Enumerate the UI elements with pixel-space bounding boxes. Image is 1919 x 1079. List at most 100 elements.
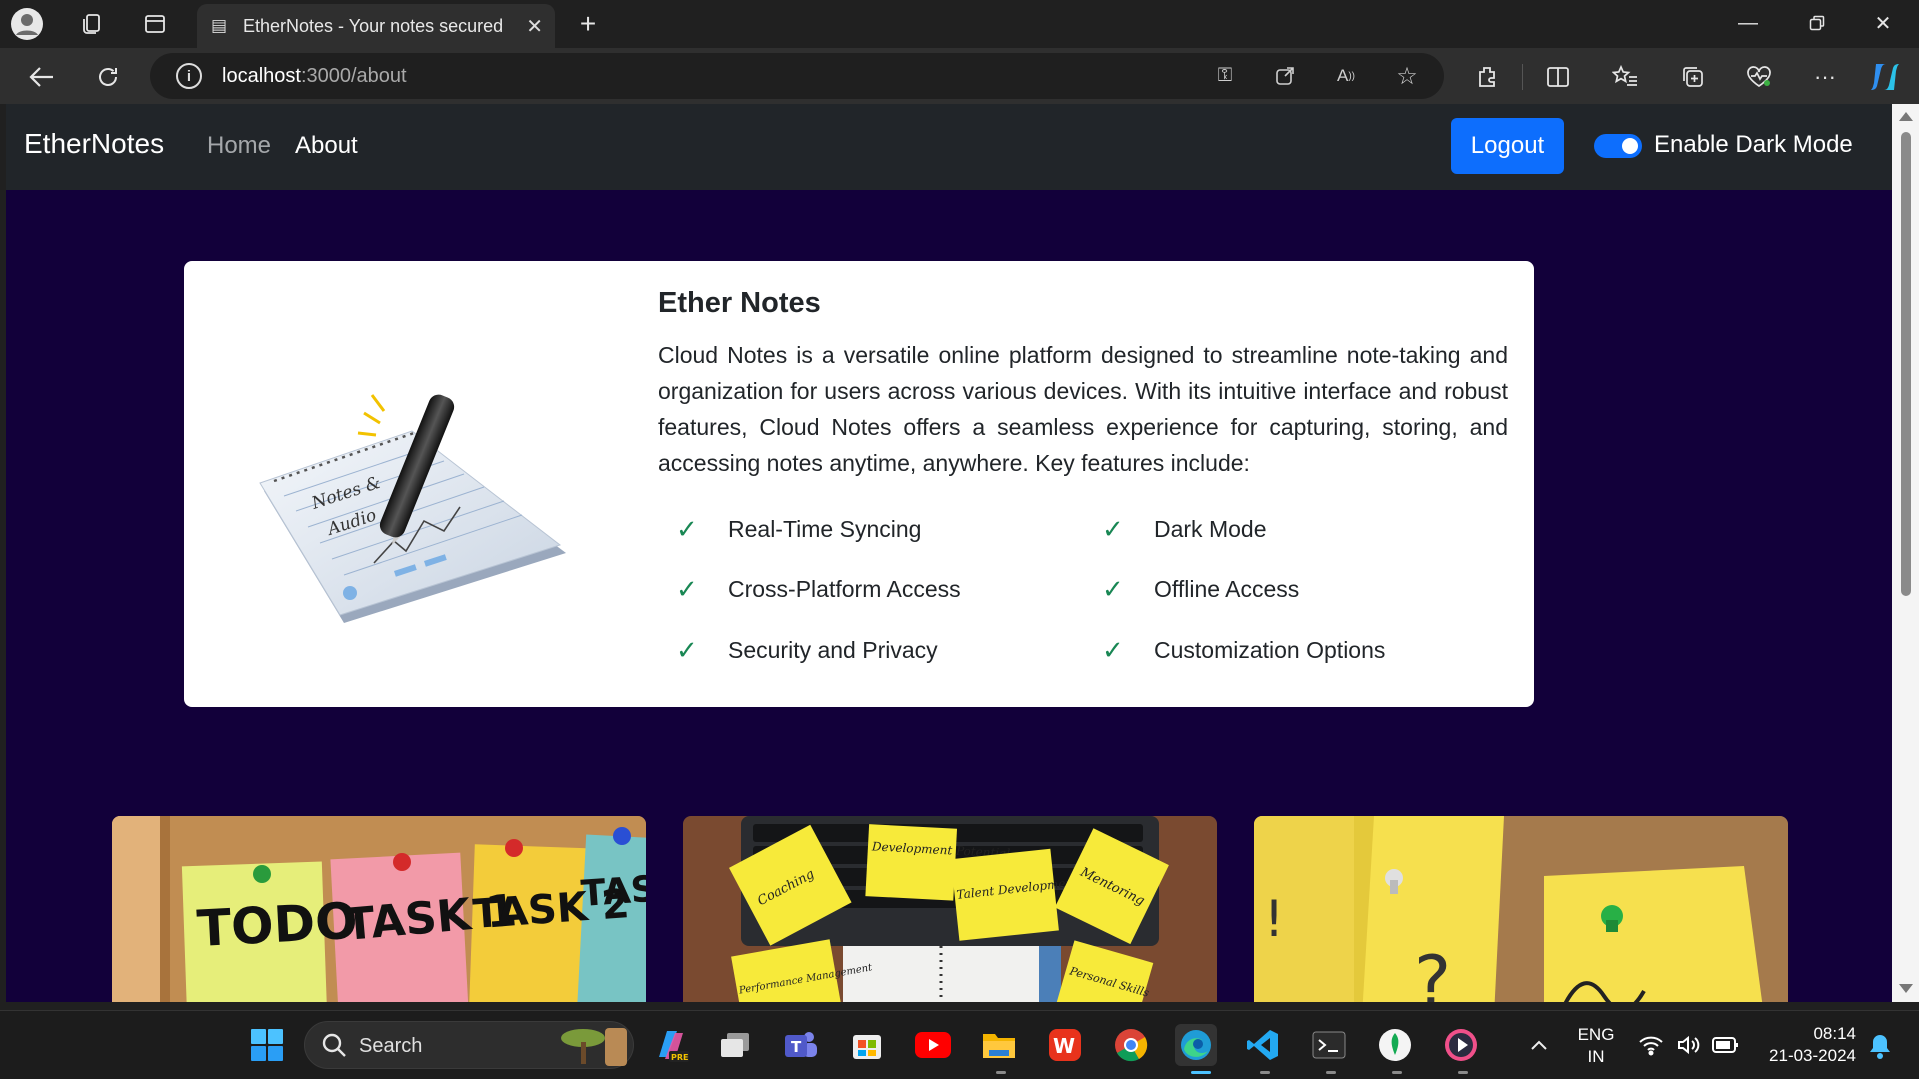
taskbar-search-box[interactable]: Search xyxy=(304,1021,634,1069)
running-indicator xyxy=(1260,1071,1270,1074)
feature-item: ✓ Offline Access xyxy=(1084,574,1299,605)
dark-mode-label[interactable]: Enable Dark Mode xyxy=(1654,131,1853,159)
show-hidden-icons-chevron-icon[interactable] xyxy=(1518,1024,1560,1066)
media-player-icon[interactable] xyxy=(1440,1024,1482,1066)
clock[interactable]: 08:14 21-03-2024 xyxy=(1760,1023,1856,1067)
windows-taskbar: Search PRE T W ENG IN 08:14 21-03-2024 xyxy=(0,1010,1919,1079)
file-explorer-icon[interactable] xyxy=(978,1024,1020,1066)
feature-item: ✓ Real-Time Syncing xyxy=(658,514,921,545)
exclamation-glyph: ! xyxy=(1264,890,1284,948)
split-screen-icon[interactable] xyxy=(1539,58,1577,96)
logout-button[interactable]: Logout xyxy=(1451,118,1564,174)
feature-item: ✓ Customization Options xyxy=(1084,635,1385,666)
toolbar-separator xyxy=(1522,64,1523,90)
feature-item: ✓ Security and Privacy xyxy=(658,635,938,666)
chrome-icon[interactable] xyxy=(1110,1024,1152,1066)
volume-icon[interactable] xyxy=(1676,1034,1702,1061)
url-text[interactable]: localhost:3000/about xyxy=(222,65,407,88)
page-scrollbar[interactable] xyxy=(1892,104,1919,1002)
close-tab-icon[interactable]: ✕ xyxy=(526,14,543,39)
dark-mode-toggle[interactable] xyxy=(1594,134,1642,158)
scroll-up-arrow-icon[interactable] xyxy=(1899,112,1913,121)
browser-toolbar: i localhost:3000/about ⚿ A)) ☆ ··· xyxy=(0,48,1919,104)
copilot-preview-icon[interactable]: PRE xyxy=(650,1024,692,1066)
feature-label: Dark Mode xyxy=(1154,516,1267,542)
wps-office-icon[interactable]: W xyxy=(1044,1024,1086,1066)
read-aloud-icon[interactable]: A)) xyxy=(1331,61,1361,91)
favorites-icon[interactable] xyxy=(1606,58,1644,96)
battery-icon[interactable] xyxy=(1712,1036,1740,1059)
vscode-icon[interactable] xyxy=(1242,1024,1284,1066)
terminal-icon[interactable] xyxy=(1308,1024,1350,1066)
browser-essentials-icon[interactable] xyxy=(1740,58,1778,96)
active-indicator xyxy=(1191,1071,1211,1074)
check-icon: ✓ xyxy=(1102,635,1124,665)
more-options-icon[interactable]: ··· xyxy=(1806,58,1844,96)
windows-start-icon[interactable] xyxy=(246,1024,288,1066)
question-sticky-notes-image: ? ! xyxy=(1254,816,1788,1002)
input-language-indicator[interactable]: ENG IN xyxy=(1576,1024,1616,1068)
feature-item: ✓ Dark Mode xyxy=(1084,514,1266,545)
wifi-icon[interactable] xyxy=(1638,1034,1664,1061)
running-indicator xyxy=(1392,1071,1402,1074)
favorite-star-icon[interactable]: ☆ xyxy=(1392,61,1422,91)
feature-label: Offline Access xyxy=(1154,576,1300,602)
close-window-icon[interactable]: ✕ xyxy=(1850,0,1916,46)
about-title: Ether Notes xyxy=(658,287,821,319)
svg-text:T: T xyxy=(791,1038,802,1056)
profile-icon[interactable] xyxy=(9,6,45,42)
new-tab-icon[interactable]: + xyxy=(570,6,606,42)
url-path: :3000/about xyxy=(300,64,407,87)
question-mark-glyph: ? xyxy=(1414,941,1451,1002)
feature-label: Customization Options xyxy=(1154,637,1386,663)
skills-sticky-notes-image: Coaching Development Potential Talent De… xyxy=(683,816,1217,1002)
search-icon xyxy=(321,1032,347,1063)
notification-bell-icon[interactable] xyxy=(1868,1033,1892,1064)
feature-item: ✓ Cross-Platform Access xyxy=(658,574,961,605)
search-label: Search xyxy=(359,1035,423,1057)
refresh-icon[interactable] xyxy=(89,58,127,96)
todo-sticky-notes-image: TODO TASK 1 TASK 2 TASK 3 xyxy=(112,816,646,1002)
key-icon[interactable]: ⚿ xyxy=(1210,61,1240,91)
address-bar[interactable]: i localhost:3000/about ⚿ A)) ☆ xyxy=(150,53,1444,99)
toggle-knob xyxy=(1622,138,1638,154)
workspaces-icon[interactable] xyxy=(74,6,110,42)
running-indicator xyxy=(996,1071,1006,1074)
restore-icon[interactable] xyxy=(1784,0,1850,46)
minimize-icon[interactable]: — xyxy=(1715,0,1781,46)
nav-link-home[interactable]: Home xyxy=(207,132,271,160)
check-icon: ✓ xyxy=(1102,514,1124,544)
scroll-down-arrow-icon[interactable] xyxy=(1899,984,1913,993)
copilot-icon[interactable] xyxy=(1866,58,1904,96)
edge-icon[interactable] xyxy=(1175,1024,1217,1066)
running-indicator xyxy=(1458,1071,1468,1074)
mongodb-compass-icon[interactable] xyxy=(1374,1024,1416,1066)
task-view-icon[interactable] xyxy=(714,1024,756,1066)
browser-tab-active[interactable]: ▤ EtherNotes - Your notes secured ✕ xyxy=(197,4,555,48)
language-code: ENG xyxy=(1577,1025,1615,1044)
tab-actions-icon[interactable] xyxy=(137,6,173,42)
collections-icon[interactable] xyxy=(1674,58,1712,96)
youtube-icon[interactable] xyxy=(912,1024,954,1066)
brand-logo[interactable]: EtherNotes xyxy=(24,128,164,160)
open-in-app-icon[interactable] xyxy=(1270,61,1300,91)
site-navbar: EtherNotes Home About Logout Enable Dark… xyxy=(6,104,1892,190)
running-indicator xyxy=(1326,1071,1336,1074)
tab-title: EtherNotes - Your notes secured xyxy=(243,15,504,36)
microsoft-store-icon[interactable] xyxy=(846,1024,888,1066)
site-info-icon[interactable]: i xyxy=(176,63,202,89)
check-icon: ✓ xyxy=(676,635,698,665)
notepad-icon: ▤ xyxy=(210,16,228,35)
feature-label: Cross-Platform Access xyxy=(728,576,961,602)
feature-label: Real-Time Syncing xyxy=(728,516,922,542)
about-description: Cloud Notes is a versatile online platfo… xyxy=(658,342,1508,476)
notepad-pen-illustration: Notes & Audio xyxy=(254,331,574,631)
teams-icon[interactable]: T xyxy=(780,1024,822,1066)
region-code: IN xyxy=(1587,1047,1605,1066)
browser-tab-strip: ▤ EtherNotes - Your notes secured ✕ + — … xyxy=(0,0,1919,48)
nav-link-about[interactable]: About xyxy=(295,132,358,160)
extensions-icon[interactable] xyxy=(1468,58,1506,96)
scroll-thumb[interactable] xyxy=(1901,132,1911,596)
back-icon[interactable] xyxy=(23,58,61,96)
about-card: Notes & Audio Ether Notes Cloud Notes is… xyxy=(184,261,1534,707)
